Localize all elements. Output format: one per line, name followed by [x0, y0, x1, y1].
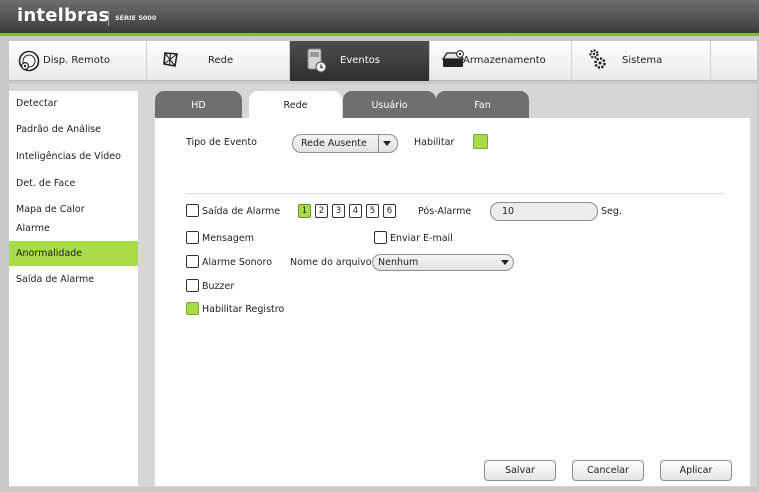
chevron-down-icon — [501, 260, 509, 265]
section-divider — [186, 193, 725, 194]
brand-divider — [108, 11, 109, 26]
sidebar-item-abnormality[interactable]: Anormalidade — [9, 241, 138, 266]
message-checkbox[interactable] — [186, 231, 199, 244]
file-name-select[interactable]: Nenhum — [372, 254, 514, 271]
file-name-value: Nenhum — [378, 257, 419, 268]
post-alarm-input[interactable]: 10 — [490, 202, 598, 221]
topnav-label: Disp. Remoto — [43, 55, 110, 66]
send-email-label: Enviar E-mail — [390, 233, 453, 244]
topnav-label: Eventos — [340, 55, 380, 66]
alarm-channel-3[interactable]: 3 — [332, 204, 345, 218]
topnav-network[interactable]: Rede — [147, 41, 290, 81]
message-label: Mensagem — [202, 233, 254, 244]
alarm-channel-5[interactable]: 5 — [366, 204, 379, 218]
brand-bar: intelbras SÉRIE 5000 — [0, 0, 759, 36]
enable-record-label: Habilitar Registro — [202, 304, 285, 315]
sidebar-item-alarm[interactable]: Alarme — [9, 220, 138, 237]
buzzer-checkbox[interactable] — [186, 279, 199, 292]
tab-hd[interactable]: HD — [155, 91, 242, 119]
topnav-events[interactable]: Eventos — [290, 41, 430, 81]
sidebar: Detectar Padrão de Análise Inteligências… — [9, 91, 138, 486]
brand-logo: intelbras — [17, 5, 110, 26]
topnav-label: Sistema — [622, 55, 663, 66]
chevron-down-icon — [383, 141, 391, 146]
alarm-channel-6[interactable]: 6 — [383, 204, 396, 218]
buzzer-label: Buzzer — [202, 281, 235, 292]
remote-device-icon — [18, 50, 40, 75]
cancel-button[interactable]: Cancelar — [572, 460, 644, 481]
tab-network[interactable]: Rede — [249, 91, 342, 119]
brand-series: SÉRIE 5000 — [115, 14, 157, 22]
topnav-label: Rede — [208, 55, 234, 66]
topnav-filler — [711, 41, 757, 80]
select-divider — [378, 135, 379, 152]
content-panel — [155, 118, 750, 486]
topnav-remote-device[interactable]: Disp. Remoto — [9, 41, 147, 81]
top-nav: Disp. Remoto Rede Eventos Armazenamento … — [9, 41, 757, 81]
post-alarm-unit: Seg. — [601, 206, 622, 217]
topnav-system[interactable]: Sistema — [572, 41, 711, 81]
events-icon — [305, 48, 327, 77]
topnav-label: Armazenamento — [463, 55, 546, 66]
sidebar-item-heat-map[interactable]: Mapa de Calor — [9, 201, 138, 218]
enable-record-checkbox[interactable] — [186, 302, 199, 315]
file-name-label: Nome do arquivo — [290, 257, 372, 268]
alarm-channel-4[interactable]: 4 — [349, 204, 362, 218]
sidebar-item-face-detection[interactable]: Det. de Face — [9, 175, 138, 192]
post-alarm-value: 10 — [502, 206, 515, 217]
enable-label: Habilitar — [414, 137, 455, 148]
event-type-select[interactable]: Rede Ausente — [292, 134, 398, 153]
post-alarm-label: Pós-Alarme — [418, 206, 472, 217]
sidebar-item-alarm-output[interactable]: Saída de Alarme — [9, 271, 138, 288]
sound-alarm-checkbox[interactable] — [186, 255, 199, 268]
event-type-label: Tipo de Evento — [186, 137, 257, 148]
alarm-channel-2[interactable]: 2 — [315, 204, 328, 218]
alarm-output-checkbox[interactable] — [186, 204, 199, 217]
tab-fan[interactable]: Fan — [436, 91, 529, 119]
sidebar-item-analysis-pattern[interactable]: Padrão de Análise — [9, 121, 138, 138]
save-button[interactable]: Salvar — [484, 460, 556, 481]
system-gear-icon — [588, 48, 608, 73]
apply-button[interactable]: Aplicar — [660, 460, 732, 481]
sidebar-item-video-intelligence[interactable]: Inteligências de Vídeo — [9, 148, 138, 165]
tab-user[interactable]: Usuário — [343, 91, 436, 119]
send-email-checkbox[interactable] — [374, 231, 387, 244]
alarm-output-label: Saída de Alarme — [202, 206, 281, 217]
enable-checkbox[interactable] — [473, 134, 488, 149]
topnav-storage[interactable]: Armazenamento — [430, 41, 572, 81]
event-type-value: Rede Ausente — [301, 138, 367, 149]
sound-alarm-label: Alarme Sonoro — [202, 257, 273, 268]
alarm-channel-1[interactable]: 1 — [298, 204, 311, 218]
sidebar-item-detectar[interactable]: Detectar — [9, 95, 138, 112]
network-icon — [161, 50, 181, 73]
